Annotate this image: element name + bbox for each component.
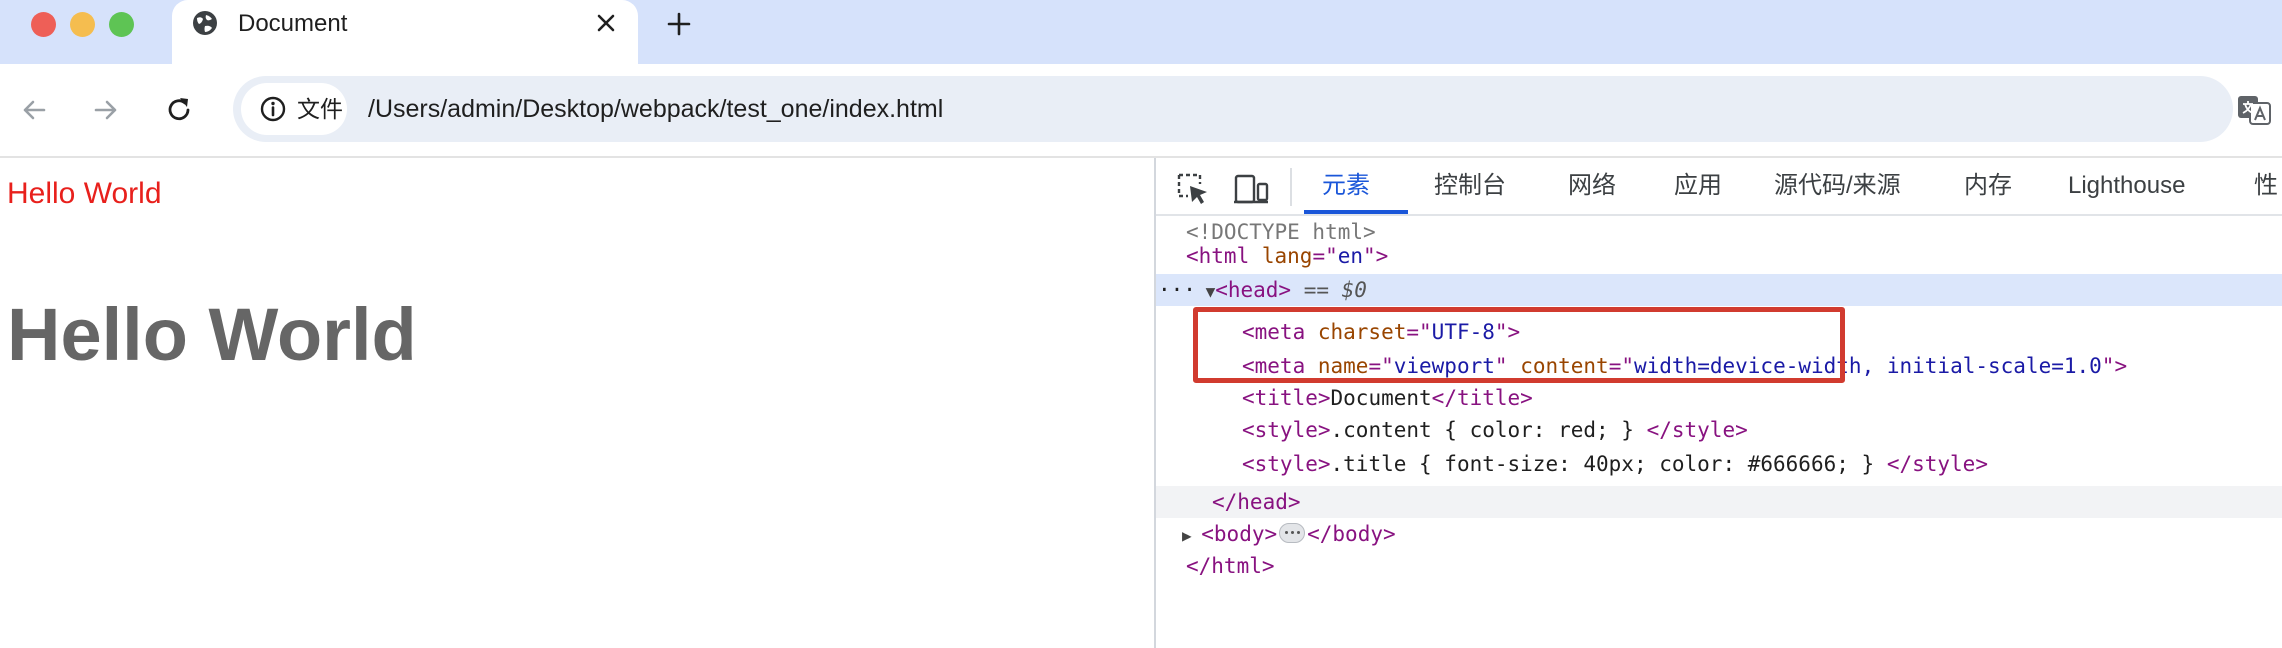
style-close-tag: </style> [1874,452,1988,476]
tab-strip: Document [0,0,2282,64]
tab-application[interactable]: 应用 [1674,158,1722,214]
info-icon [260,96,286,122]
globe-icon [193,11,217,35]
dom-node-head[interactable]: ··· ▼<head> == $0 [1156,274,2282,306]
selected-node-marker: == $0 [1291,278,1367,302]
devtools-panel: 元素 控制台 网络 应用 源代码/来源 内存 Lighthouse 性 <!DO… [1154,158,2282,648]
close-icon[interactable] [592,9,620,37]
inspect-element-icon[interactable] [1176,172,1210,206]
dom-node-style-title[interactable]: <style>.title { font-size: 40px; color: … [1156,448,2282,480]
device-toggle-icon[interactable] [1232,172,1270,206]
window-close-button[interactable] [31,12,56,37]
style-open-tag: <style> [1242,452,1331,476]
html-close-tag: </html> [1186,554,1275,578]
html-attr-value: en [1337,244,1364,268]
toolbar-separator [1290,168,1292,206]
tab-memory[interactable]: 内存 [1964,158,2012,214]
tab-title: Document [238,10,348,37]
active-tab-underline [1304,210,1408,214]
site-info-label: 文件 [297,96,343,122]
body-open-tag: <body> [1201,522,1278,546]
dom-node-body[interactable]: ▶ <body> </body> [1156,518,2282,550]
forward-arrow-icon[interactable] [90,94,122,126]
address-bar[interactable]: 文件 /Users/admin/Desktop/webpack/test_one… [233,76,2233,142]
tab-performance[interactable]: 性 [2254,158,2278,214]
tab-elements[interactable]: 元素 [1322,158,1370,214]
collapsed-children-ellipsis-icon[interactable] [1279,523,1306,543]
tab-lighthouse[interactable]: Lighthouse [2068,158,2185,214]
head-tag: <head> [1215,278,1292,302]
meta-tag-end: "> [2101,354,2128,378]
dom-node-html[interactable]: <html lang="en"> [1156,240,2282,272]
body-close-tag: </body> [1307,522,1396,546]
expand-triangle-right-icon[interactable]: ▶ [1156,520,1201,552]
window-maximize-button[interactable] [109,12,134,37]
dom-node-style-content[interactable]: <style>.content { color: red; } </style> [1156,414,2282,446]
dom-node-html-close[interactable]: </html> [1156,550,2282,582]
back-arrow-icon[interactable] [18,94,50,126]
style-text-node: .title { font-size: 40px; color: #666666… [1330,452,1875,476]
node-more-dots[interactable]: ··· [1156,278,1196,302]
url-text[interactable]: /Users/admin/Desktop/webpack/test_one/in… [368,93,943,125]
devtools-tab-bar: 元素 控制台 网络 应用 源代码/来源 内存 Lighthouse 性 [1156,158,2282,216]
new-tab-plus-icon[interactable] [664,9,694,39]
style-open-tag: <style> [1242,418,1331,442]
style-text-node: .content { color: red; } [1330,418,1634,442]
translate-icon[interactable] [2236,92,2272,128]
window-minimize-button[interactable] [70,12,95,37]
dom-node-title[interactable]: <title>Document</title> [1156,382,2282,414]
expand-triangle-down-icon[interactable]: ▼ [1196,276,1216,308]
title-text-node: Document [1330,386,1432,410]
html-attr-eq: =" [1312,244,1338,268]
html-tag-end: "> [1363,244,1389,268]
reload-icon[interactable] [163,94,195,126]
html-attr-name: lang [1249,244,1313,268]
page-viewport: Hello World Hello World [0,158,1154,648]
title-heading: Hello World [7,293,417,376]
html-tag: <html [1186,244,1250,268]
style-close-tag: </style> [1633,418,1748,442]
highlight-annotation-box [1193,307,1845,383]
tab-network[interactable]: 网络 [1568,158,1616,214]
tab-sources[interactable]: 源代码/来源 [1774,158,1901,214]
dom-node-head-close[interactable]: </head> [1156,486,2282,518]
content-heading: Hello World [7,177,162,210]
dom-tree: <!DOCTYPE html> <html lang="en"> ··· ▼<h… [1156,216,2282,648]
title-open-tag: <title> [1242,386,1331,410]
browser-toolbar: 文件 /Users/admin/Desktop/webpack/test_one… [0,64,2282,156]
head-close-tag: </head> [1212,490,1301,514]
browser-tab[interactable]: Document [172,0,638,64]
tab-console[interactable]: 控制台 [1434,158,1506,214]
title-close-tag: </title> [1431,386,1533,410]
